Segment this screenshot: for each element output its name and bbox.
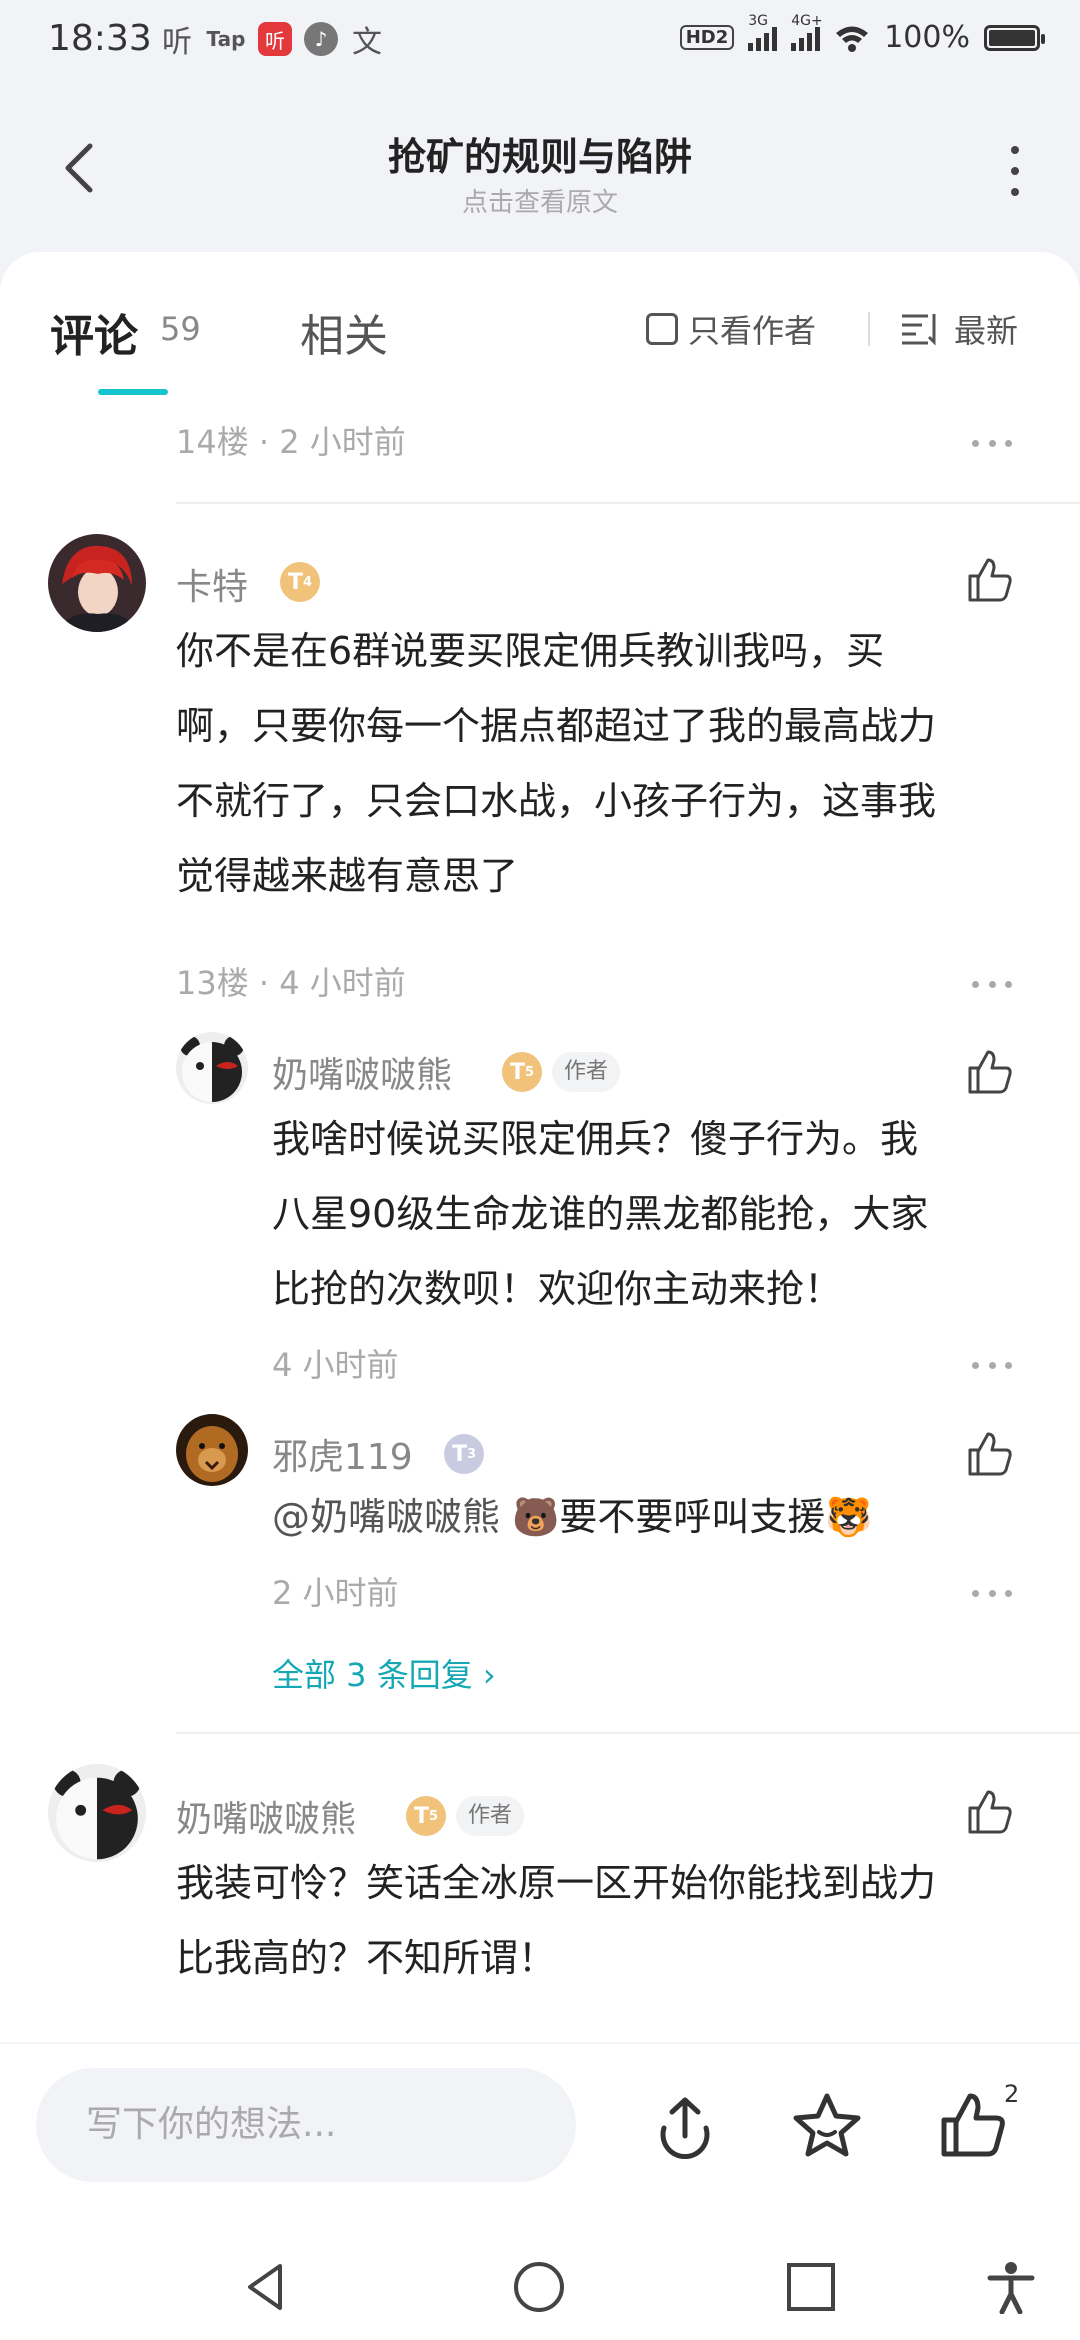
avatar[interactable] xyxy=(48,1764,146,1862)
reply-more-icon[interactable] xyxy=(972,1360,1012,1370)
nav-back-icon[interactable] xyxy=(240,2260,294,2314)
reply-meta: 4 小时前 xyxy=(272,1346,399,1384)
comment-body: 你不是在6群说要买限定佣兵教训我吗，买 啊，只要你每一个据点都超过了我的最高战力… xyxy=(176,629,937,898)
comment-meta: 13楼 · 4 小时前 xyxy=(176,964,406,1002)
like-icon[interactable] xyxy=(966,1430,1014,1478)
comment-divider xyxy=(176,1732,1080,1734)
notification-ting-icon: 听 xyxy=(162,25,192,60)
status-system-icons: HD2 3G 4G+ 100% xyxy=(679,13,1045,55)
reply-username[interactable]: 奶嘴啵啵熊 xyxy=(272,1046,452,1098)
comments-panel: 评论 59 相关 只看作者 最新 14楼 · 2 小时前 卡特 T4 你不是在6… xyxy=(0,252,1080,2042)
status-notification-icons: 听 Tap 听 ♪ 文 xyxy=(160,22,384,60)
hd-voice-icon: HD2 xyxy=(679,25,735,50)
author-only-label: 只看作者 xyxy=(688,312,817,350)
signal-4g-icon: 4G+ xyxy=(791,13,823,51)
avatar[interactable] xyxy=(48,534,146,632)
mention-link[interactable]: @奶嘴啵啵熊 xyxy=(272,1495,500,1539)
comment-divider xyxy=(176,502,1080,504)
system-nav-bar xyxy=(0,2254,1080,2340)
like-icon[interactable] xyxy=(938,2090,1008,2160)
reply-meta: 2 小时前 xyxy=(272,1574,399,1612)
share-icon[interactable] xyxy=(650,2092,720,2162)
comment-body: 我装可怜？笑话全冰原一区开始你能找到战力 比我高的？不知所谓！ xyxy=(176,1861,937,1980)
accessibility-icon[interactable] xyxy=(984,2260,1038,2314)
sort-label: 最新 xyxy=(954,312,1019,350)
avatar[interactable] xyxy=(176,1414,248,1486)
comments-count: 59 xyxy=(160,310,201,348)
notification-taptap-icon: Tap xyxy=(206,27,246,51)
status-time: 18:33 xyxy=(48,18,152,59)
user-level-badge: T4 xyxy=(280,562,320,602)
active-tab-indicator xyxy=(98,389,168,395)
user-level-badge: T5 xyxy=(406,1796,446,1836)
article-header: 抢矿的规则与陷阱 点击查看原文 xyxy=(0,100,1080,240)
tab-related[interactable]: 相关 xyxy=(300,300,388,364)
page-title[interactable]: 抢矿的规则与陷阱 xyxy=(0,126,1080,181)
nav-home-icon[interactable] xyxy=(512,2260,566,2314)
battery-percent: 100% xyxy=(884,20,970,55)
signal-3g-icon: 3G xyxy=(748,13,778,51)
notification-music-icon: ♪ xyxy=(304,22,338,56)
nav-recents-icon[interactable] xyxy=(784,2260,838,2314)
like-icon[interactable] xyxy=(966,1788,1014,1836)
comment-meta: 14楼 · 2 小时前 xyxy=(176,423,406,461)
sort-button[interactable]: 最新 xyxy=(900,306,1018,352)
comment-tabs: 评论 59 相关 只看作者 最新 xyxy=(0,252,1080,402)
sort-icon xyxy=(902,314,936,346)
like-count: 2 xyxy=(1004,2080,1020,2108)
status-bar: 18:33 听 Tap 听 ♪ 文 HD2 3G 4G+ 100% xyxy=(0,0,1080,84)
checkbox-icon xyxy=(646,313,678,345)
comment-input[interactable]: 写下你的想法... xyxy=(36,2068,576,2182)
tab-comments[interactable]: 评论 xyxy=(50,300,138,364)
avatar[interactable] xyxy=(176,1032,248,1104)
comment-more-icon[interactable] xyxy=(972,438,1012,448)
comment-username[interactable]: 奶嘴啵啵熊 xyxy=(176,1790,356,1842)
view-original-link[interactable]: 点击查看原文 xyxy=(0,182,1080,219)
author-tag: 作者 xyxy=(456,1796,525,1836)
like-icon[interactable] xyxy=(966,1048,1014,1096)
like-icon[interactable] xyxy=(966,556,1014,604)
comment-username[interactable]: 卡特 xyxy=(176,558,248,610)
reply-body: @奶嘴啵啵熊 🐻要不要呼叫支援🐯 xyxy=(272,1495,873,1539)
user-level-badge: T5 xyxy=(502,1052,542,1092)
battery-icon xyxy=(984,24,1045,51)
reply-body: 我啥时候说买限定佣兵？傻子行为。我 八星90级生命龙谁的黑龙都能抢，大家 比抢的… xyxy=(272,1117,929,1311)
author-tag: 作者 xyxy=(552,1052,621,1092)
more-options-icon[interactable] xyxy=(1000,146,1030,196)
favorite-star-icon[interactable] xyxy=(792,2090,862,2160)
author-only-toggle[interactable]: 只看作者 xyxy=(646,306,816,352)
user-level-badge: T3 xyxy=(444,1434,484,1474)
comment-more-icon[interactable] xyxy=(972,979,1012,989)
wifi-icon xyxy=(836,26,869,52)
view-all-replies-link[interactable]: 全部 3 条回复 › xyxy=(272,1650,496,1696)
reply-username[interactable]: 邪虎119 xyxy=(272,1428,413,1480)
reply-more-icon[interactable] xyxy=(972,1588,1012,1598)
notification-text-icon: 文 xyxy=(352,25,382,60)
divider xyxy=(868,312,870,346)
notification-ting-red-icon: 听 xyxy=(258,22,292,56)
comment-action-bar: 写下你的想法... 2 xyxy=(0,2044,1080,2254)
